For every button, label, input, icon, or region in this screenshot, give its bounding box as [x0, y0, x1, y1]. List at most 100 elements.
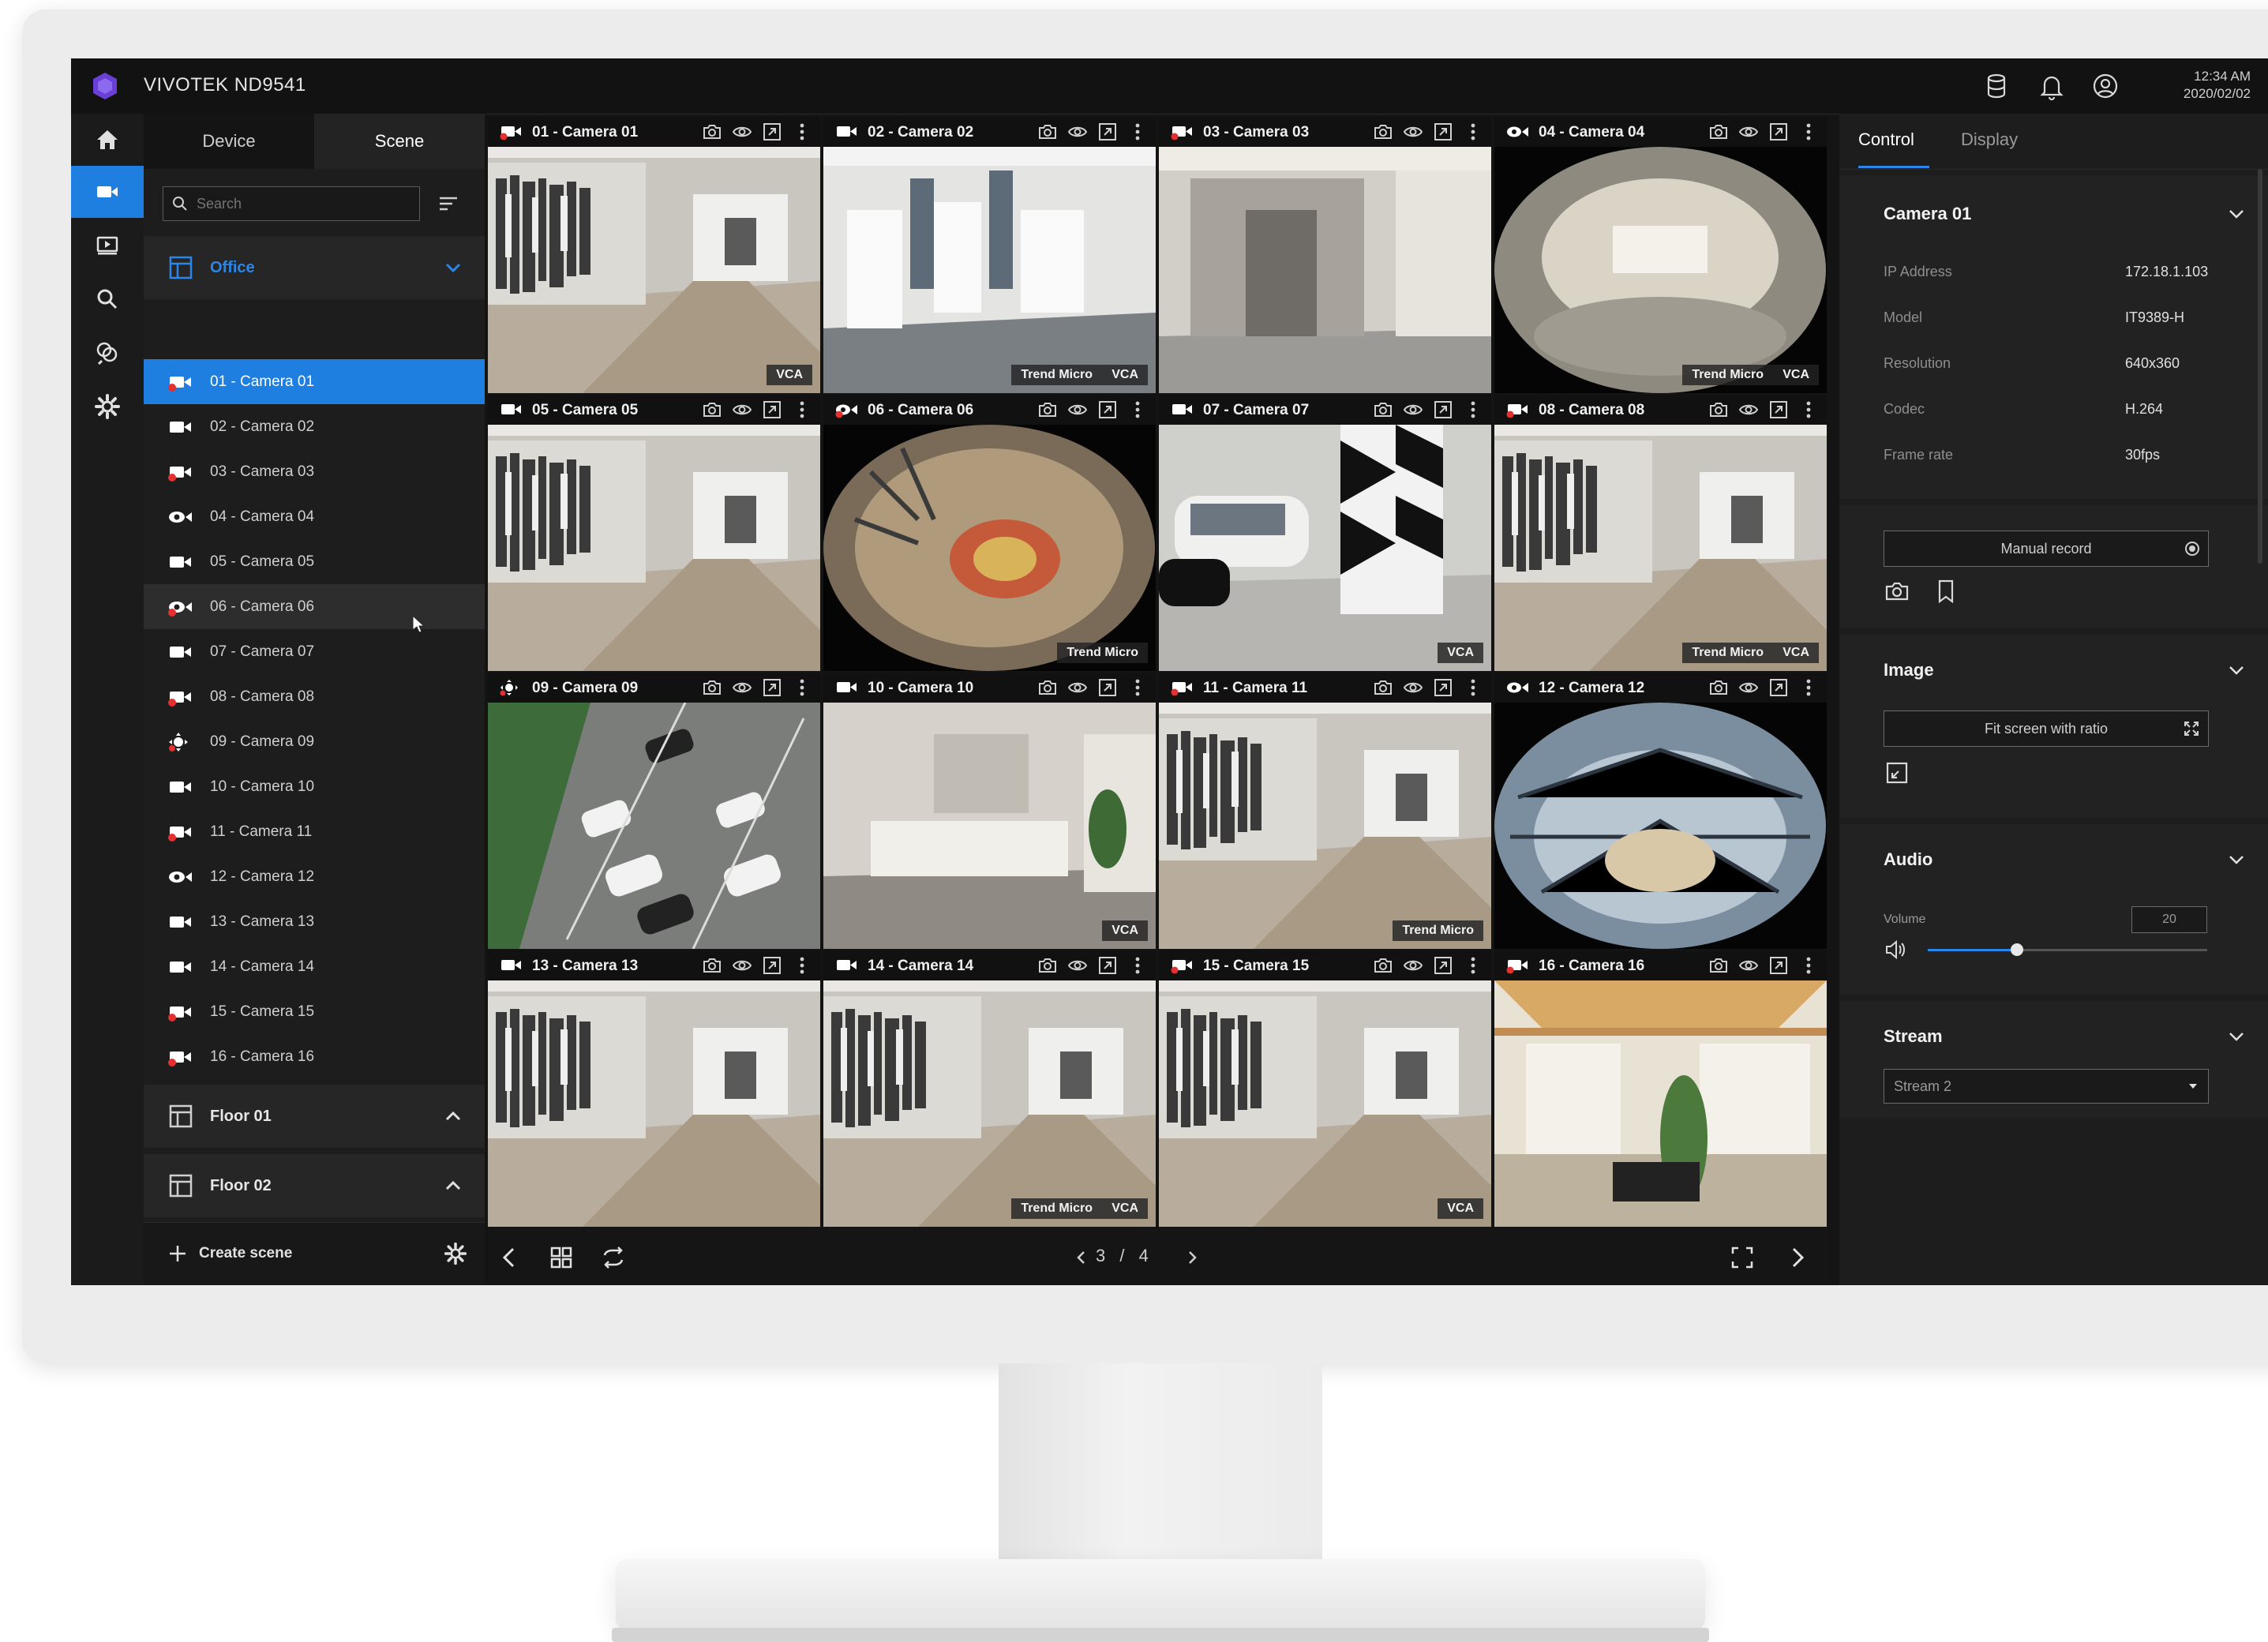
- camera-list-item[interactable]: 08 - Camera 08: [144, 674, 485, 719]
- fullscreen-icon[interactable]: [1729, 1244, 1756, 1271]
- bookmark-icon[interactable]: [1932, 578, 1959, 605]
- more-vertical-icon[interactable]: [1463, 677, 1483, 698]
- camera-tile[interactable]: 08 - Camera 08 VCA Trend Micro: [1494, 395, 1827, 671]
- expand-view-icon[interactable]: [762, 677, 782, 698]
- camera-list-item[interactable]: 10 - Camera 10: [144, 764, 485, 809]
- camera-list-item[interactable]: 04 - Camera 04: [144, 494, 485, 539]
- view-eye-icon[interactable]: [732, 955, 752, 976]
- chevron-down-icon[interactable]: [2226, 1026, 2247, 1047]
- snapshot-icon[interactable]: [1708, 399, 1729, 420]
- nav-playback[interactable]: [71, 219, 144, 272]
- expand-view-icon[interactable]: [1097, 399, 1118, 420]
- snapshot-icon[interactable]: [1708, 677, 1729, 698]
- group-floor-01[interactable]: Floor 01: [144, 1085, 485, 1148]
- expand-view-icon[interactable]: [1768, 399, 1789, 420]
- user-account-icon[interactable]: [2090, 71, 2120, 101]
- view-eye-icon[interactable]: [732, 122, 752, 142]
- nav-home[interactable]: [71, 114, 144, 166]
- manual-record-button[interactable]: Manual record: [1884, 530, 2209, 567]
- snapshot-camera-icon[interactable]: [1884, 578, 1910, 605]
- camera-video-feed[interactable]: [1494, 425, 1827, 671]
- view-eye-icon[interactable]: [1067, 399, 1088, 420]
- chevron-down-icon[interactable]: [2226, 849, 2247, 870]
- camera-video-feed[interactable]: [823, 980, 1156, 1227]
- snapshot-icon[interactable]: [702, 677, 722, 698]
- tab-control[interactable]: Control: [1858, 129, 1914, 150]
- more-vertical-icon[interactable]: [1127, 677, 1148, 698]
- camera-tile[interactable]: 16 - Camera 16: [1494, 950, 1827, 1227]
- snapshot-icon[interactable]: [1037, 955, 1058, 976]
- more-vertical-icon[interactable]: [792, 399, 812, 420]
- grid-layout-icon[interactable]: [548, 1244, 575, 1271]
- more-vertical-icon[interactable]: [1798, 399, 1819, 420]
- camera-tile[interactable]: 04 - Camera 04 VCA Trend Micro: [1494, 117, 1827, 393]
- tab-scene[interactable]: Scene: [314, 114, 485, 169]
- speaker-icon[interactable]: [1884, 938, 1907, 962]
- more-vertical-icon[interactable]: [1127, 955, 1148, 976]
- camera-list-item[interactable]: 13 - Camera 13: [144, 899, 485, 944]
- snapshot-icon[interactable]: [1037, 677, 1058, 698]
- page-next-icon[interactable]: [1183, 1248, 1201, 1267]
- camera-tile[interactable]: 10 - Camera 10 VCA: [823, 673, 1156, 949]
- page-prev-icon[interactable]: [1072, 1248, 1091, 1267]
- camera-video-feed[interactable]: [488, 703, 820, 949]
- more-vertical-icon[interactable]: [1798, 677, 1819, 698]
- expand-view-icon[interactable]: [1768, 122, 1789, 142]
- more-vertical-icon[interactable]: [792, 677, 812, 698]
- chevron-down-icon[interactable]: [2226, 204, 2247, 224]
- sort-filter-icon[interactable]: [436, 191, 461, 216]
- search-input[interactable]: [195, 190, 411, 217]
- camera-video-feed[interactable]: [488, 147, 820, 393]
- group-floor-02[interactable]: Floor 02: [144, 1154, 485, 1217]
- nav-live-view[interactable]: [71, 166, 144, 218]
- camera-tile[interactable]: 07 - Camera 07 VCA: [1159, 395, 1491, 671]
- chevron-down-icon[interactable]: [2226, 660, 2247, 680]
- fit-screen-button[interactable]: Fit screen with ratio: [1884, 710, 2209, 747]
- more-vertical-icon[interactable]: [1463, 955, 1483, 976]
- more-vertical-icon[interactable]: [1127, 122, 1148, 142]
- camera-video-feed[interactable]: [1159, 980, 1491, 1227]
- snapshot-icon[interactable]: [702, 955, 722, 976]
- camera-tile[interactable]: 12 - Camera 12: [1494, 673, 1827, 949]
- camera-list-item[interactable]: 14 - Camera 14: [144, 944, 485, 989]
- camera-video-feed[interactable]: [1494, 980, 1827, 1227]
- camera-list-item[interactable]: 09 - Camera 09: [144, 719, 485, 764]
- camera-tile[interactable]: 02 - Camera 02 VCA Trend Micro: [823, 117, 1156, 393]
- camera-video-feed[interactable]: [823, 147, 1156, 393]
- camera-tile[interactable]: 14 - Camera 14 VCA Trend Micro: [823, 950, 1156, 1227]
- expand-view-icon[interactable]: [1433, 399, 1453, 420]
- camera-list-item[interactable]: 03 - Camera 03: [144, 449, 485, 494]
- camera-list-item[interactable]: 06 - Camera 06: [144, 584, 485, 633]
- chevron-left-icon[interactable]: [496, 1244, 523, 1271]
- view-eye-icon[interactable]: [1067, 122, 1088, 142]
- stream-select[interactable]: Stream 2: [1884, 1069, 2209, 1104]
- camera-tile[interactable]: 11 - Camera 11 Trend Micro: [1159, 673, 1491, 949]
- more-vertical-icon[interactable]: [1798, 955, 1819, 976]
- camera-video-feed[interactable]: [1494, 147, 1827, 393]
- camera-tile[interactable]: 15 - Camera 15 VCA: [1159, 950, 1491, 1227]
- camera-tile[interactable]: 05 - Camera 05: [488, 395, 820, 671]
- camera-list-item[interactable]: 15 - Camera 15: [144, 989, 485, 1034]
- expand-view-icon[interactable]: [1097, 122, 1118, 142]
- expand-view-icon[interactable]: [762, 122, 782, 142]
- camera-list-item[interactable]: 07 - Camera 07: [144, 629, 485, 674]
- camera-video-feed[interactable]: [1494, 703, 1827, 949]
- more-vertical-icon[interactable]: [1798, 122, 1819, 142]
- camera-list-item[interactable]: 05 - Camera 05: [144, 539, 485, 584]
- view-eye-icon[interactable]: [1403, 399, 1423, 420]
- camera-tile[interactable]: 06 - Camera 06 Trend Micro: [823, 395, 1156, 671]
- camera-list-item[interactable]: 12 - Camera 12: [144, 854, 485, 899]
- snapshot-icon[interactable]: [1708, 122, 1729, 142]
- view-eye-icon[interactable]: [1067, 677, 1088, 698]
- camera-list-item[interactable]: 01 - Camera 01: [144, 359, 485, 404]
- camera-video-feed[interactable]: [1159, 425, 1491, 671]
- more-vertical-icon[interactable]: [1463, 399, 1483, 420]
- more-vertical-icon[interactable]: [792, 122, 812, 142]
- view-eye-icon[interactable]: [1067, 955, 1088, 976]
- sequence-loop-icon[interactable]: [600, 1244, 627, 1271]
- camera-video-feed[interactable]: [488, 980, 820, 1227]
- plus-icon[interactable]: [167, 1243, 188, 1264]
- more-vertical-icon[interactable]: [1463, 122, 1483, 142]
- view-eye-icon[interactable]: [732, 399, 752, 420]
- camera-video-feed[interactable]: [488, 425, 820, 671]
